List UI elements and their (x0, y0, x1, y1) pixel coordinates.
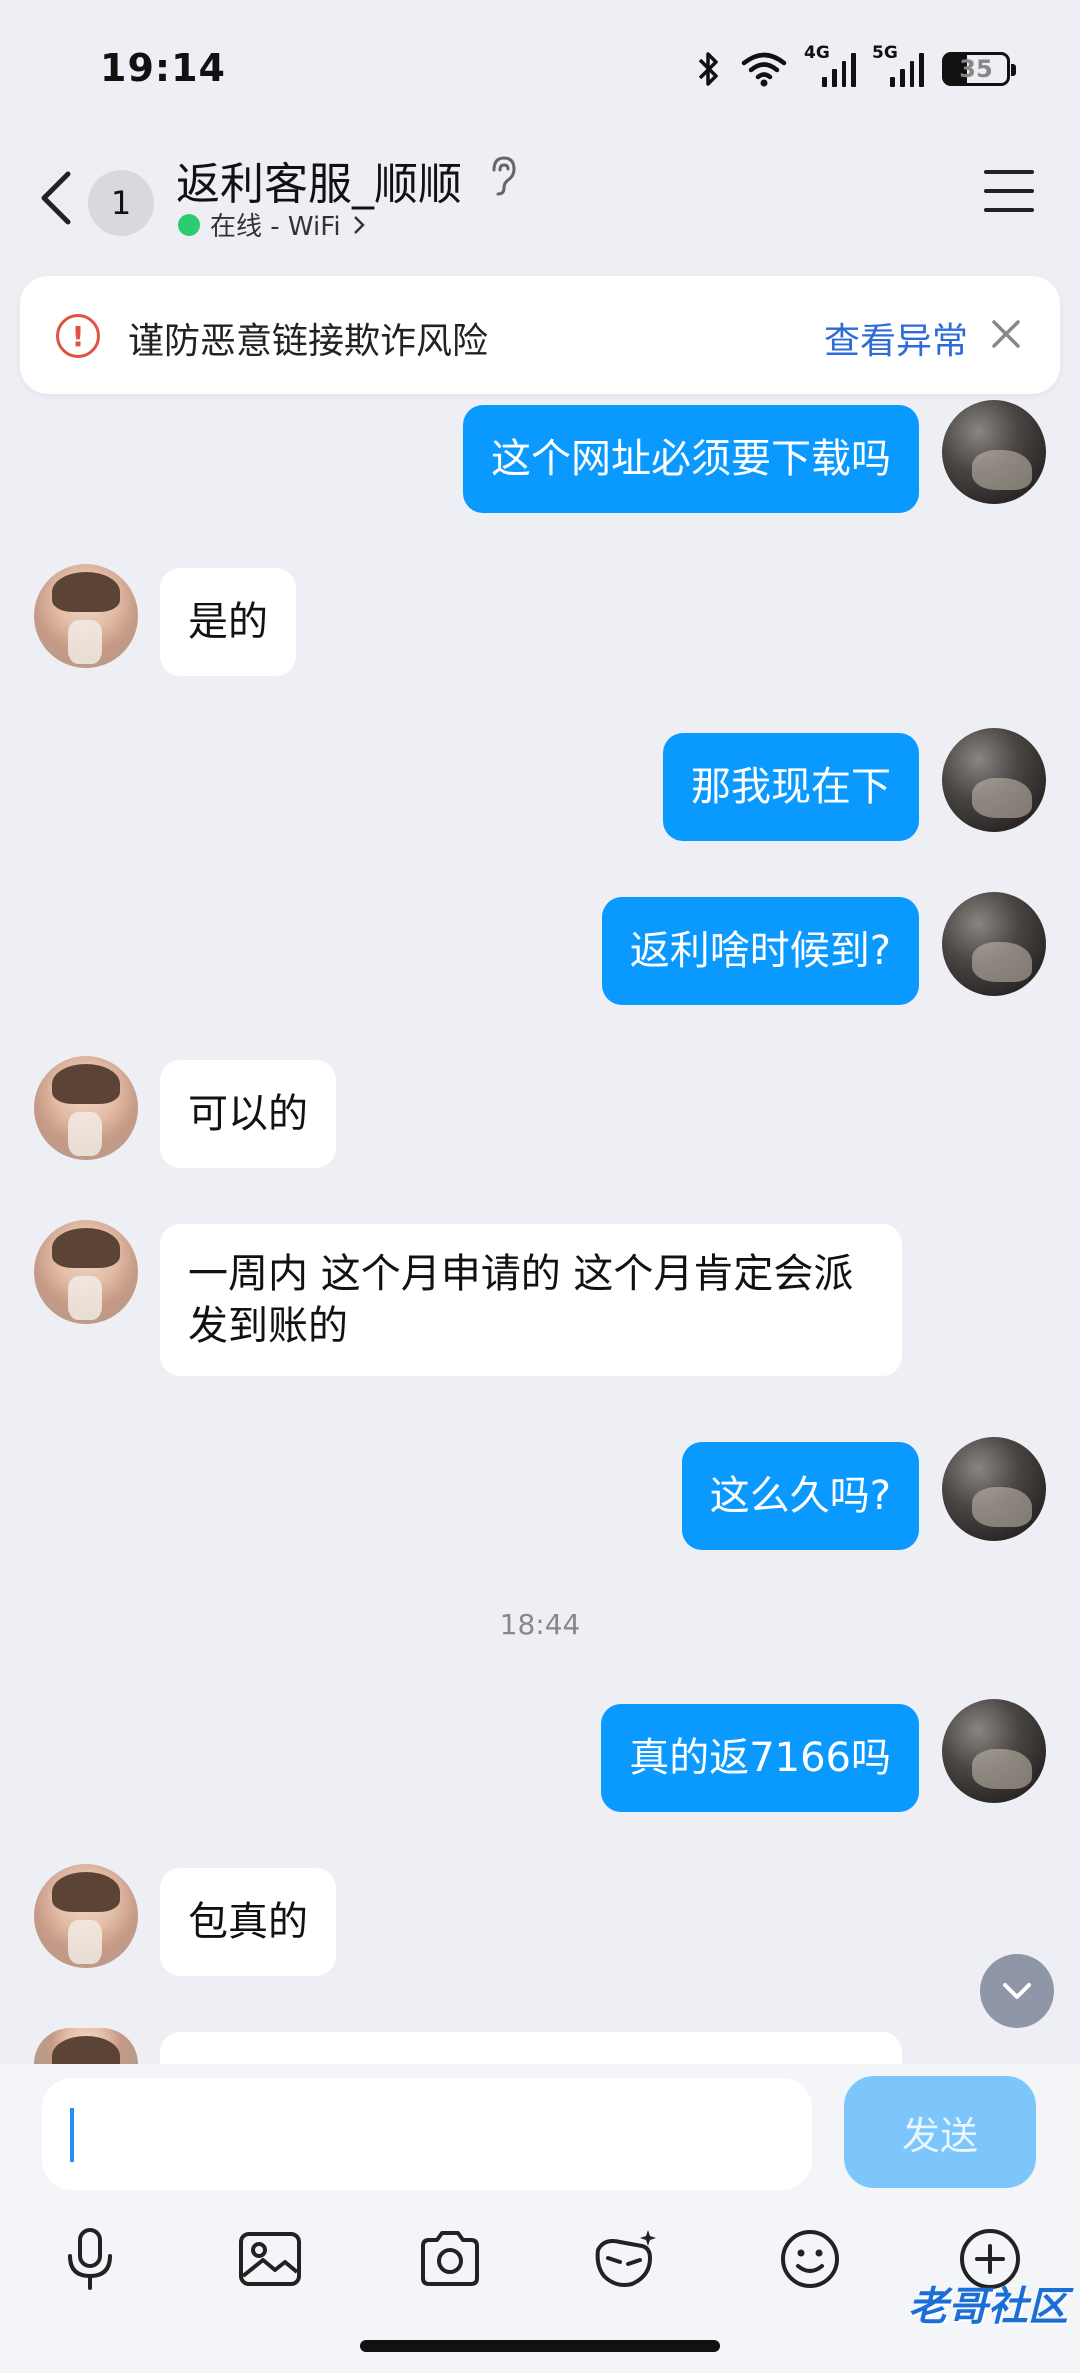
bluetooth-icon (698, 52, 718, 86)
presence-status[interactable]: 在线 - WiFi (178, 206, 367, 243)
my-avatar[interactable] (942, 892, 1046, 996)
view-anomaly-link[interactable]: 查看异常 (824, 312, 968, 364)
contact-avatar[interactable] (34, 2028, 138, 2064)
message-bubble-outgoing[interactable]: 返利啥时候到? (601, 897, 919, 1005)
unread-badge[interactable]: 1 (88, 170, 154, 236)
my-avatar[interactable] (942, 1437, 1046, 1541)
message-input[interactable] (42, 2078, 812, 2190)
status-time: 19:14 (100, 46, 226, 90)
message-timestamp: 18:44 (499, 1608, 581, 1641)
send-button[interactable]: 发送 (844, 2076, 1036, 2188)
home-indicator[interactable] (360, 2340, 720, 2352)
message-bubble-incoming[interactable]: 包真的 (160, 1868, 336, 1976)
chevron-right-icon (353, 215, 365, 234)
menu-icon[interactable] (984, 166, 1034, 216)
message-bubble-outgoing[interactable]: 那我现在下 (663, 733, 919, 841)
warning-banner: ! 谨防恶意链接欺诈风险 查看异常 (20, 276, 1060, 394)
my-avatar[interactable] (942, 1699, 1046, 1803)
contact-avatar[interactable] (34, 1220, 138, 1324)
my-avatar[interactable] (942, 728, 1046, 832)
chat-header: 1 返利客服_顺顺 在线 - WiFi (0, 140, 1080, 260)
message-bubble-incoming-partial[interactable] (160, 2032, 902, 2064)
text-caret (70, 2108, 74, 2162)
message-bubble-outgoing[interactable]: 真的返7166吗 (601, 1704, 919, 1812)
warning-text: 谨防恶意链接欺诈风险 (128, 321, 489, 362)
ear-icon[interactable] (486, 154, 520, 198)
battery-icon: 35 (942, 52, 1016, 86)
voice-effect-icon[interactable] (590, 2224, 660, 2294)
message-bubble-outgoing[interactable]: 这么久吗? (681, 1442, 919, 1550)
alert-icon: ! (56, 314, 100, 358)
my-avatar[interactable] (942, 400, 1046, 504)
close-icon[interactable] (986, 314, 1026, 354)
signal-5g-icon: 5G (872, 43, 924, 87)
mic-icon[interactable] (55, 2224, 125, 2294)
message-bubble-incoming[interactable]: 是的 (160, 568, 296, 676)
contact-avatar[interactable] (34, 1864, 138, 1968)
chat-title[interactable]: 返利客服_顺顺 (176, 148, 462, 212)
message-bubble-incoming[interactable]: 一周内 这个月申请的 这个月肯定会派发到账的 (160, 1224, 902, 1376)
status-icons: 4G 5G 35 (696, 43, 1016, 92)
signal-4g-icon: 4G (804, 43, 856, 87)
message-bubble-incoming[interactable]: 可以的 (160, 1060, 336, 1168)
back-icon[interactable] (30, 158, 90, 238)
camera-icon[interactable] (415, 2224, 485, 2294)
presence-label: 在线 - WiFi (210, 212, 341, 242)
watermark-logo: 老哥社区 (908, 2284, 1068, 2330)
image-icon[interactable] (235, 2224, 305, 2294)
wifi-icon (741, 52, 787, 87)
battery-level: 35 (959, 55, 993, 83)
chevron-down-icon (1003, 1983, 1031, 1999)
message-bubble-outgoing[interactable]: 这个网址必须要下载吗 (463, 405, 919, 513)
contact-avatar[interactable] (34, 564, 138, 668)
contact-avatar[interactable] (34, 1056, 138, 1160)
emoji-icon[interactable] (775, 2224, 845, 2294)
online-dot (178, 213, 200, 236)
scroll-to-bottom-button[interactable] (980, 1954, 1054, 2028)
status-bar: 19:14 4G 5G 35 (0, 0, 1080, 140)
